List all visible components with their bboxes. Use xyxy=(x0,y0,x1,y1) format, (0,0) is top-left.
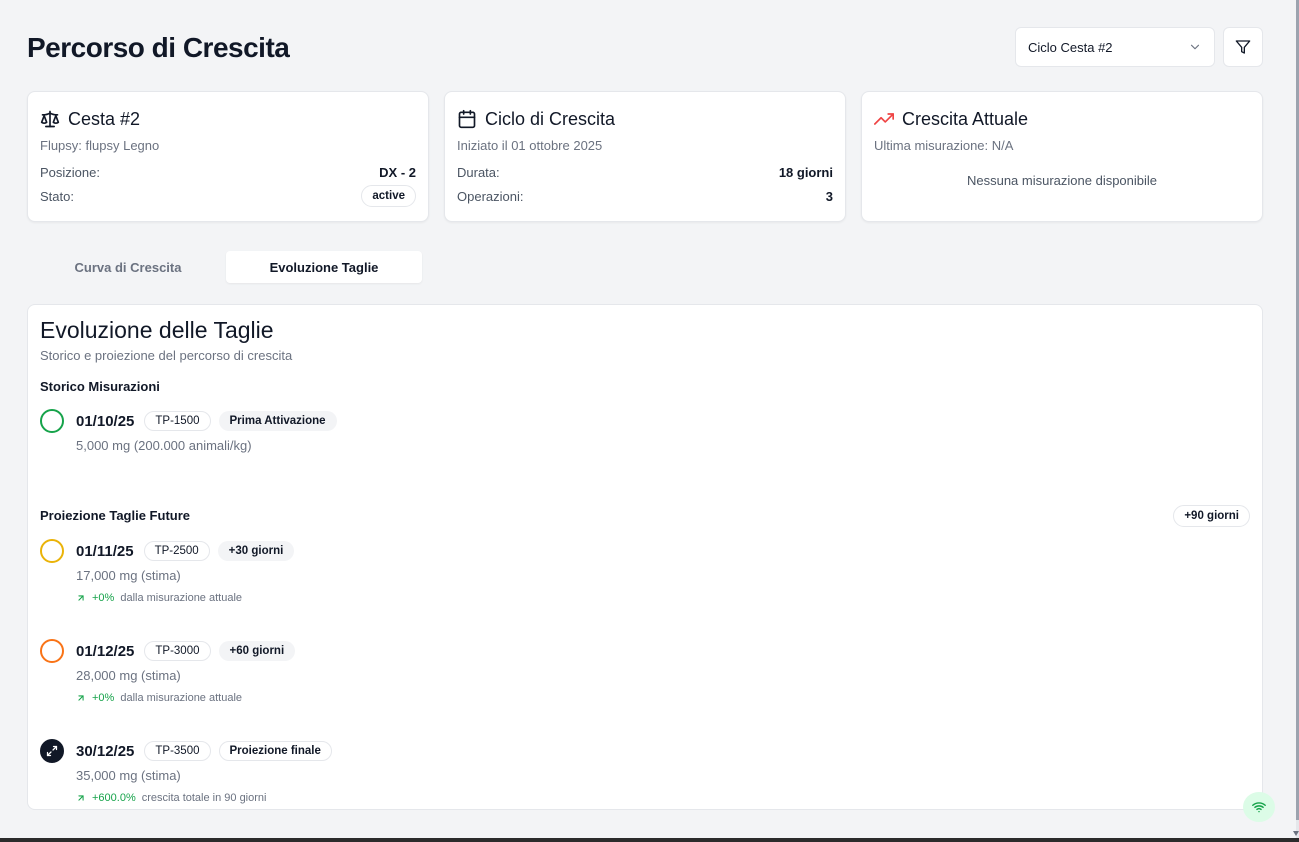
status-badge: active xyxy=(361,185,416,207)
size-tag: TP-1500 xyxy=(144,411,211,431)
entry-date: 01/12/25 xyxy=(76,642,135,660)
last-measurement: Ultima misurazione: N/A xyxy=(874,138,1014,153)
arrow-up-right-icon xyxy=(78,695,84,701)
chevron-down-icon xyxy=(1190,44,1200,50)
horizon-badge: +90 giorni xyxy=(1173,505,1250,527)
entry-weight: 17,000 mg (stima) xyxy=(76,568,181,583)
entry-date: 30/12/25 xyxy=(76,742,135,760)
duration-label: Durata: xyxy=(457,164,500,180)
basket-card: Cesta #2 Flupsy: flupsy Legno Posizione:… xyxy=(27,91,429,222)
size-evolution-card: Evoluzione delle Taglie Storico e proiez… xyxy=(27,304,1263,810)
growth-card-title: Crescita Attuale xyxy=(902,108,1029,129)
empty-message: Nessuna misurazione disponibile xyxy=(966,173,1158,188)
evolution-subtitle: Storico e proiezione del percorso di cre… xyxy=(40,348,293,363)
size-tag: TP-2500 xyxy=(143,541,210,561)
wifi-icon xyxy=(1252,802,1266,813)
arrow-up-right-icon xyxy=(78,595,84,601)
growth-pct: +0% xyxy=(92,692,115,704)
connection-status-button[interactable] xyxy=(1243,792,1275,822)
growth-text: dalla misurazione attuale xyxy=(120,692,243,704)
tab-growth-curve[interactable]: Curva di Crescita xyxy=(30,251,226,283)
cycle-card-title: Ciclo di Crescita xyxy=(485,108,616,129)
filter-icon xyxy=(1235,40,1251,54)
growth-note: +600.0% crescita totale in 90 giorni xyxy=(76,792,266,804)
status-label: Stato: xyxy=(40,188,74,204)
position-value: DX - 2 xyxy=(379,164,416,180)
cycle-select[interactable]: Ciclo Cesta #2 xyxy=(1015,27,1215,67)
entry-label: Prima Attivazione xyxy=(218,411,337,431)
entry-label: Proiezione finale xyxy=(218,741,332,761)
arrow-up-right-icon xyxy=(78,795,84,801)
entry-date: 01/11/25 xyxy=(76,542,134,560)
status-circle xyxy=(40,739,64,763)
operations-value: 3 xyxy=(825,188,833,204)
growth-note: +0% dalla misurazione attuale xyxy=(76,692,242,704)
projection-title: Proiezione Taglie Future xyxy=(40,508,191,523)
page-title: Percorso di Crescita xyxy=(27,32,290,63)
cycle-select-value: Ciclo Cesta #2 xyxy=(1028,39,1113,55)
growth-note: +0% dalla misurazione attuale xyxy=(76,592,242,604)
entry-weight: 28,000 mg (stima) xyxy=(76,668,181,683)
entry-label: +60 giorni xyxy=(218,641,296,661)
growth-text: dalla misurazione attuale xyxy=(120,592,243,604)
status-circle xyxy=(40,409,64,433)
bottom-bar xyxy=(0,838,1299,842)
growth-pct: +0% xyxy=(92,592,115,604)
trending-up-icon xyxy=(874,113,894,125)
entry-weight: 35,000 mg (stima) xyxy=(76,768,181,783)
expand-icon xyxy=(46,745,58,757)
size-tag: TP-3000 xyxy=(144,641,211,661)
cycle-card: Ciclo di Crescita Iniziato il 01 ottobre… xyxy=(444,91,846,222)
entry-weight: 5,000 mg (200.000 animali/kg) xyxy=(76,438,252,453)
entry-label: +30 giorni xyxy=(217,541,295,561)
position-label: Posizione: xyxy=(40,164,100,180)
filter-button[interactable] xyxy=(1223,27,1263,67)
operations-label: Operazioni: xyxy=(457,188,524,204)
calendar-icon xyxy=(458,109,476,129)
history-title: Storico Misurazioni xyxy=(40,379,160,394)
growth-text: crescita totale in 90 giorni xyxy=(141,792,267,804)
evolution-title: Evoluzione delle Taglie xyxy=(40,317,274,343)
page: Percorso di Crescita Ciclo Cesta #2 Cest… xyxy=(0,0,1296,838)
growth-pct: +600.0% xyxy=(92,792,136,804)
basket-flupsy: Flupsy: flupsy Legno xyxy=(40,138,160,153)
growth-card: Crescita Attuale Ultima misurazione: N/A… xyxy=(861,91,1263,222)
status-circle xyxy=(40,539,64,563)
duration-value: 18 giorni xyxy=(778,164,833,180)
entry-date: 01/10/25 xyxy=(76,412,135,430)
tabs: Curva di Crescita Evoluzione Taglie xyxy=(27,248,425,286)
scale-icon xyxy=(40,110,60,128)
scroll-down-arrow-icon[interactable] xyxy=(1293,831,1299,836)
tab-size-evolution[interactable]: Evoluzione Taglie xyxy=(226,251,422,283)
basket-card-title: Cesta #2 xyxy=(68,108,141,129)
status-circle xyxy=(40,639,64,663)
size-tag: TP-3500 xyxy=(144,741,211,761)
cycle-start: Iniziato il 01 ottobre 2025 xyxy=(457,138,603,153)
